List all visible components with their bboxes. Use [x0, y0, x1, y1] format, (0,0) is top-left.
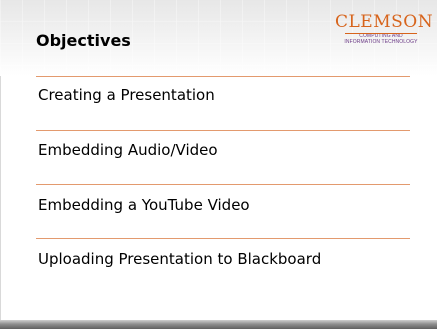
- logo-subtitle-line-2: INFORMATION TECHNOLOGY: [344, 39, 418, 45]
- objective-item-2: Embedding Audio/Video: [38, 141, 218, 159]
- divider-1: [36, 76, 410, 77]
- divider-2: [36, 130, 410, 131]
- bottom-bar: [0, 320, 437, 329]
- divider-4: [36, 238, 410, 239]
- objective-item-4: Uploading Presentation to Blackboard: [38, 250, 322, 268]
- slide: Objectives CLEMSON COMPUTING AND INFORMA…: [0, 0, 437, 329]
- logo-rule: [345, 33, 417, 34]
- divider-3: [36, 184, 410, 185]
- logo-wordmark: CLEMSON: [335, 12, 434, 32]
- clemson-logo: CLEMSON COMPUTING AND INFORMATION TECHNO…: [335, 12, 434, 49]
- objective-item-1: Creating a Presentation: [38, 86, 215, 104]
- objective-item-3: Embedding a YouTube Video: [38, 196, 250, 214]
- slide-title: Objectives: [36, 31, 131, 50]
- logo-subtitle: COMPUTING AND INFORMATION TECHNOLOGY: [335, 33, 427, 45]
